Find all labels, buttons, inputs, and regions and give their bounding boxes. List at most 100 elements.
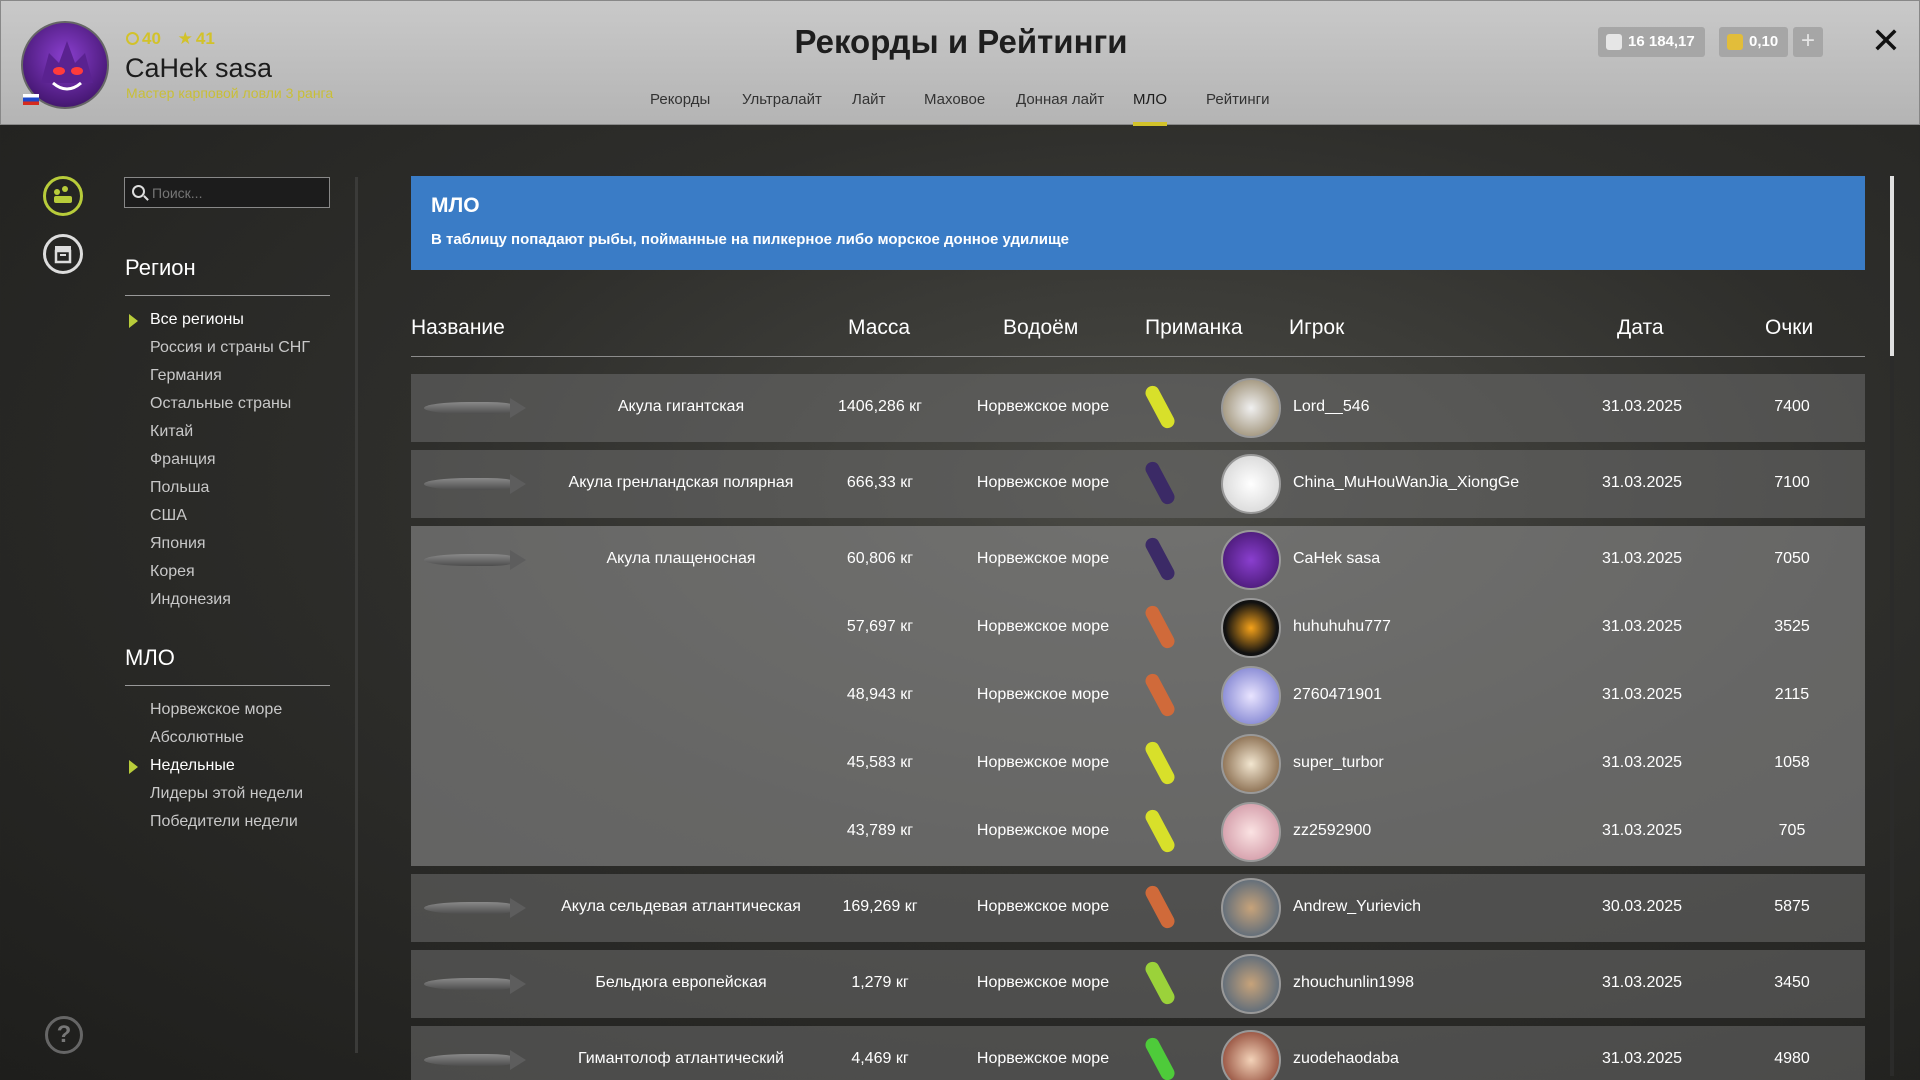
tab-float[interactable]: Маховое: [924, 89, 985, 126]
lure-icon: [1143, 603, 1177, 651]
region-item-russia[interactable]: Россия и страны СНГ: [150, 339, 310, 357]
col-header-name[interactable]: Название: [411, 316, 505, 340]
archive-icon[interactable]: [43, 234, 83, 274]
region-item-usa[interactable]: США: [150, 507, 187, 525]
gold-coin-icon: [1727, 34, 1743, 50]
player-avatar[interactable]: [1221, 378, 1281, 438]
record-points: 7100: [1774, 474, 1810, 491]
player-avatar[interactable]: [1221, 1030, 1281, 1080]
record-date: 31.03.2025: [1601, 822, 1683, 839]
player-avatar[interactable]: [1221, 878, 1281, 938]
gold-value: 0,10: [1749, 33, 1779, 50]
region-item-china[interactable]: Китай: [150, 423, 193, 441]
mlo-item-absolute[interactable]: Абсолютные: [150, 729, 244, 747]
help-icon[interactable]: ?: [45, 1016, 83, 1054]
water-body: Норвежское море: [976, 686, 1110, 703]
col-header-date[interactable]: Дата: [1617, 316, 1664, 340]
player-name[interactable]: zz2592900: [1293, 822, 1371, 840]
record-date: 31.03.2025: [1601, 550, 1683, 567]
water-body: Норвежское море: [976, 474, 1110, 491]
tab-light[interactable]: Лайт: [852, 89, 885, 126]
region-item-indonesia[interactable]: Индонезия: [150, 591, 231, 609]
player-avatar[interactable]: [1221, 598, 1281, 658]
record-date: 31.03.2025: [1601, 974, 1683, 991]
tab-mlo[interactable]: МЛО: [1133, 89, 1168, 126]
record-points: 7400: [1774, 398, 1810, 415]
col-header-player[interactable]: Игрок: [1289, 316, 1344, 340]
region-item-all[interactable]: Все регионы: [150, 311, 244, 329]
lure-icon: [1143, 959, 1177, 1007]
record-points: 3525: [1774, 618, 1810, 635]
star-icon: ★: [177, 29, 193, 48]
fish-mass: 169,269 кг: [842, 898, 918, 915]
silver-balance: 16 184,17: [1598, 27, 1705, 57]
mlo-item-week-winners[interactable]: Победители недели: [150, 813, 298, 831]
player-name[interactable]: CaHek sasa: [1293, 550, 1380, 568]
region-item-japan[interactable]: Япония: [150, 535, 206, 553]
player-name[interactable]: zuodehaodaba: [1293, 1050, 1399, 1068]
player-avatar[interactable]: [1221, 454, 1281, 514]
player-avatar[interactable]: [1221, 954, 1281, 1014]
selected-arrow-icon: [129, 314, 138, 328]
fish-icon: [424, 1050, 529, 1070]
tab-bar: Рекорды Ультралайт Лайт Маховое Донная л…: [1, 89, 1920, 126]
record-points: 5875: [1774, 898, 1810, 915]
fish-mass: 4,469 кг: [851, 1050, 909, 1067]
tab-records[interactable]: Рекорды: [650, 89, 710, 126]
player-name[interactable]: super_turbor: [1293, 754, 1384, 772]
region-item-france[interactable]: Франция: [150, 451, 216, 469]
player-name[interactable]: 2760471901: [1293, 686, 1382, 704]
mlo-item-week-leaders[interactable]: Лидеры этой недели: [150, 785, 303, 803]
fish-name: Акула сельдевая атлантическая: [561, 898, 801, 915]
lure-icon: [1143, 671, 1177, 719]
table-row[interactable]: Гимантолоф атлантический 4,469 кг Норвеж…: [411, 1026, 1865, 1080]
add-currency-button[interactable]: +: [1793, 27, 1823, 57]
tab-bottom-light[interactable]: Донная лайт: [1016, 89, 1104, 126]
lure-icon: [1143, 459, 1177, 507]
table-row[interactable]: Акула гигантская 1406,286 кг Норвежское …: [411, 374, 1865, 442]
water-body: Норвежское море: [976, 754, 1110, 771]
fish-mass: 60,806 кг: [846, 550, 914, 567]
player-avatar[interactable]: [1221, 802, 1281, 862]
search-input[interactable]: [124, 177, 330, 208]
fish-mass: 45,583 кг: [846, 754, 914, 771]
tab-ratings[interactable]: Рейтинги: [1206, 89, 1269, 126]
player-avatar[interactable]: [1221, 734, 1281, 794]
col-header-points[interactable]: Очки: [1765, 316, 1813, 340]
table-row[interactable]: Бельдюга европейская 1,279 кг Норвежское…: [411, 950, 1865, 1018]
region-item-germany[interactable]: Германия: [150, 367, 222, 385]
player-name[interactable]: Lord__546: [1293, 398, 1370, 416]
record-points: 705: [1778, 822, 1806, 839]
player-avatar[interactable]: [1221, 530, 1281, 590]
record-date: 31.03.2025: [1601, 618, 1683, 635]
panel-separator: [355, 177, 358, 1053]
region-item-other[interactable]: Остальные страны: [150, 395, 291, 413]
fish-icon: [424, 474, 529, 494]
record-points: 4980: [1774, 1050, 1810, 1067]
col-header-water[interactable]: Водоём: [1003, 316, 1078, 340]
table-row[interactable]: Акула гренландская полярная 666,33 кг Но…: [411, 450, 1865, 518]
region-item-korea[interactable]: Корея: [150, 563, 195, 581]
table-row[interactable]: Акула сельдевая атлантическая 169,269 кг…: [411, 874, 1865, 942]
tab-ultralight[interactable]: Ультралайт: [742, 89, 822, 126]
mlo-item-norwegian-sea[interactable]: Норвежское море: [150, 701, 282, 719]
player-name[interactable]: China_MuHouWanJia_XiongGe: [1293, 474, 1519, 492]
player-name[interactable]: zhouchunlin1998: [1293, 974, 1414, 992]
water-body: Норвежское море: [976, 822, 1110, 839]
region-item-poland[interactable]: Польша: [150, 479, 209, 497]
community-icon[interactable]: [43, 176, 83, 216]
player-name[interactable]: huhuhuhu777: [1293, 618, 1391, 636]
banner-title: МЛО: [431, 194, 480, 217]
close-button[interactable]: ✕: [1866, 21, 1906, 61]
mlo-divider: [125, 685, 330, 686]
mlo-item-weekly[interactable]: Недельные: [150, 757, 235, 775]
player-name[interactable]: Andrew_Yurievich: [1293, 898, 1421, 916]
table-row-group[interactable]: Акула плащеносная 60,806 кг Норвежское м…: [411, 526, 1865, 866]
record-date: 31.03.2025: [1601, 474, 1683, 491]
record-points: 1058: [1774, 754, 1810, 771]
player-avatar[interactable]: [1221, 666, 1281, 726]
region-divider: [125, 295, 330, 296]
scrollbar-thumb[interactable]: [1890, 176, 1894, 356]
col-header-lure[interactable]: Приманка: [1145, 316, 1243, 340]
col-header-mass[interactable]: Масса: [848, 316, 910, 340]
